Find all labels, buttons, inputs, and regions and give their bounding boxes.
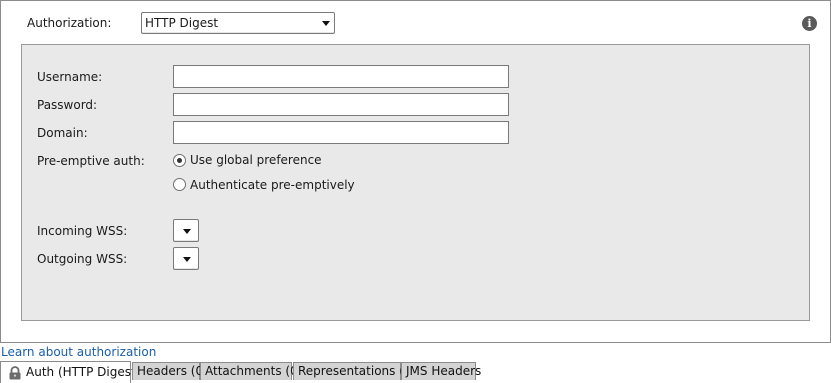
chevron-down-icon (183, 257, 191, 262)
outgoing-wss-select[interactable] (173, 247, 199, 270)
tab-jms-headers[interactable]: JMS Headers (401, 362, 481, 380)
authorization-type-value: HTTP Digest (145, 16, 219, 30)
password-label: Password: (37, 98, 98, 112)
info-icon[interactable]: i (802, 16, 817, 31)
tab-representations[interactable]: Representations (0) (293, 362, 416, 380)
chevron-down-icon (183, 229, 191, 234)
tab-attachments[interactable]: Attachments (0) (200, 362, 302, 380)
incoming-wss-select[interactable] (173, 219, 199, 242)
tab-headers[interactable]: Headers (0) (132, 362, 208, 380)
domain-label: Domain: (37, 126, 88, 140)
tab-jms-headers-label: JMS Headers (406, 364, 482, 378)
password-field[interactable] (173, 93, 509, 116)
authenticate-preemptively-radio[interactable] (173, 178, 186, 191)
chevron-down-icon (322, 21, 330, 26)
use-global-preference-radio[interactable] (173, 154, 186, 167)
authorization-label: Authorization: (27, 16, 112, 30)
authorization-type-select[interactable]: HTTP Digest (141, 12, 335, 34)
username-field[interactable] (173, 65, 509, 88)
tab-auth[interactable]: Auth (HTTP Digest) (0, 361, 140, 383)
tab-auth-label: Auth (HTTP Digest) (26, 365, 141, 379)
outgoing-wss-label: Outgoing WSS: (37, 252, 128, 266)
domain-field[interactable] (173, 121, 509, 144)
learn-about-authorization-link[interactable]: Learn about authorization (1, 345, 156, 359)
username-label: Username: (37, 70, 103, 84)
incoming-wss-label: Incoming WSS: (37, 224, 128, 238)
tab-headers-label: Headers (0) (137, 364, 208, 378)
lock-icon (9, 366, 21, 380)
authenticate-preemptively-label[interactable]: Authenticate pre-emptively (190, 178, 355, 192)
tab-attachments-label: Attachments (0) (205, 364, 303, 378)
use-global-preference-label[interactable]: Use global preference (190, 153, 322, 167)
preemptive-auth-label: Pre-emptive auth: (37, 154, 145, 168)
tab-representations-label: Representations (0) (298, 364, 417, 378)
